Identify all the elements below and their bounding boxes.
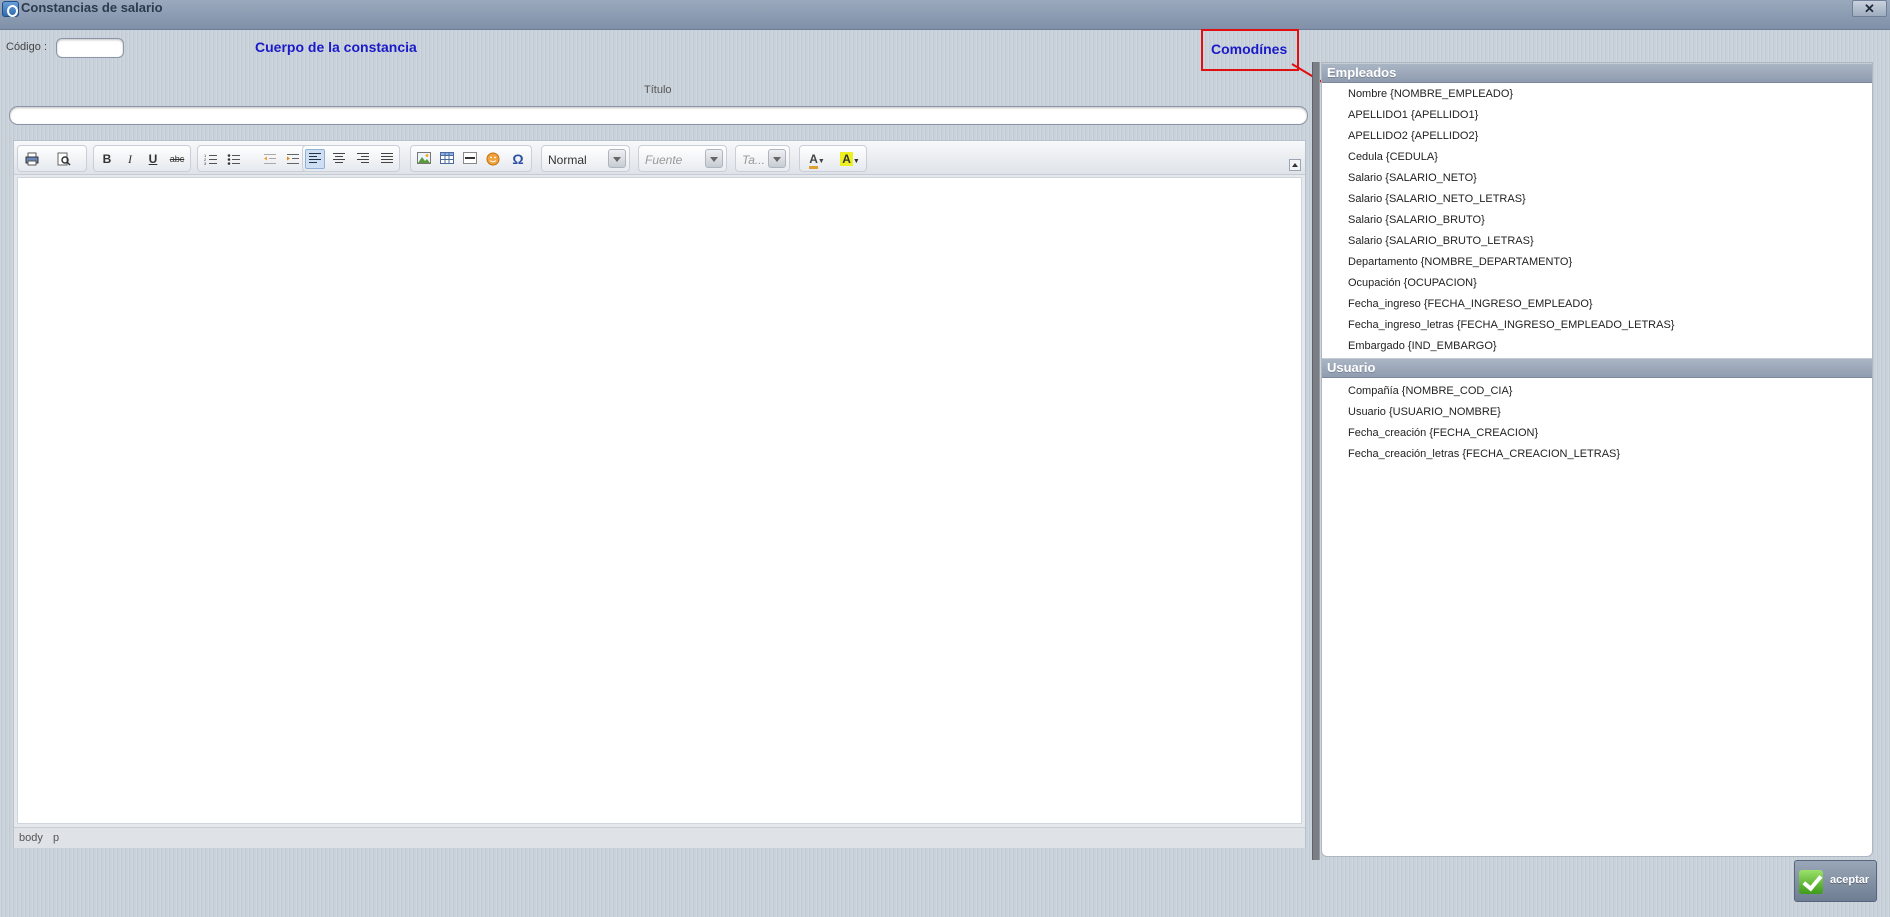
bullet-list-button[interactable] <box>224 149 244 169</box>
chevron-down-icon <box>705 149 723 168</box>
variable-item[interactable]: Fecha_ingreso {FECHA_INGRESO_EMPLEADO} <box>1322 294 1872 315</box>
text-color-button[interactable]: A▼ <box>803 149 831 169</box>
preview-icon <box>57 152 71 166</box>
variable-item[interactable]: Nombre {NOMBRE_EMPLEADO} <box>1322 84 1872 105</box>
toolbar-group-insert: Ω <box>410 145 532 172</box>
window-titlebar <box>0 0 1890 30</box>
variable-item[interactable]: Ocupación {OCUPACION} <box>1322 273 1872 294</box>
align-right-button[interactable] <box>353 149 373 169</box>
format-select-value: Normal <box>548 153 587 167</box>
preview-button[interactable] <box>54 149 74 169</box>
codigo-label: Código : <box>6 41 47 53</box>
editor-content-area[interactable] <box>17 177 1302 824</box>
format-select[interactable]: Normal <box>541 145 630 172</box>
empleados-variables-list: Nombre {NOMBRE_EMPLEADO} APELLIDO1 {APEL… <box>1322 84 1872 357</box>
aceptar-label: aceptar <box>1830 874 1870 886</box>
comodines-panel: Empleados Nombre {NOMBRE_EMPLEADO} APELL… <box>1321 62 1873 857</box>
variable-item[interactable]: Cedula {CEDULA} <box>1322 147 1872 168</box>
variable-item[interactable]: Salario {SALARIO_BRUTO} <box>1322 210 1872 231</box>
outdent-icon <box>264 154 276 164</box>
variable-item[interactable]: APELLIDO1 {APELLIDO1} <box>1322 105 1872 126</box>
toolbar-group-style: B I U abc <box>93 145 191 172</box>
cuerpo-constancia-label: Cuerpo de la constancia <box>255 39 417 55</box>
size-select-placeholder: Ta... <box>742 153 765 167</box>
outdent-button[interactable] <box>260 149 280 169</box>
variable-item[interactable]: Fecha_ingreso_letras {FECHA_INGRESO_EMPL… <box>1322 315 1872 336</box>
chevron-down-icon <box>608 149 626 168</box>
toolbar-group-document <box>17 145 87 172</box>
comodines-title: Comodínes <box>1211 41 1288 57</box>
usuario-variables-list: Compañía {NOMBRE_COD_CIA} Usuario {USUAR… <box>1322 381 1872 465</box>
smiley-icon <box>486 152 500 166</box>
insert-image-button[interactable] <box>414 149 434 169</box>
indent-icon <box>287 154 299 164</box>
toolbar-group-lists: 1 2 3 <box>197 145 309 172</box>
collapse-toolbar-button[interactable] <box>1289 159 1301 171</box>
element-path-bar: body p <box>14 827 1305 848</box>
panel-splitter[interactable] <box>1312 62 1320 860</box>
align-justify-icon <box>381 153 393 163</box>
section-header-usuario: Usuario <box>1322 358 1872 378</box>
strikethrough-button[interactable]: abc <box>166 149 188 169</box>
editor-toolbar: B I U abc 1 2 3 Ω Normal Fuente Ta... A▼… <box>14 141 1305 175</box>
font-select-placeholder: Fuente <box>645 153 683 167</box>
path-item-body[interactable]: body <box>19 832 43 844</box>
codigo-input[interactable] <box>56 38 124 58</box>
aceptar-button[interactable]: aceptar <box>1794 860 1877 902</box>
variable-item[interactable]: Fecha_creación_letras {FECHA_CREACION_LE… <box>1322 444 1872 465</box>
align-left-icon <box>309 153 321 163</box>
print-icon <box>25 152 39 166</box>
special-char-button[interactable]: Ω <box>508 149 528 169</box>
indent-button[interactable] <box>283 149 303 169</box>
font-select[interactable]: Fuente <box>638 145 727 172</box>
chevron-down-icon: ▼ <box>817 158 825 165</box>
titulo-input[interactable] <box>9 106 1308 125</box>
chevron-down-icon: ▼ <box>852 158 860 165</box>
underline-button[interactable]: U <box>143 149 163 169</box>
print-button[interactable] <box>22 149 42 169</box>
path-item-p[interactable]: p <box>53 832 59 844</box>
align-left-button[interactable] <box>305 149 325 169</box>
numbered-list-button[interactable]: 1 2 3 <box>201 149 221 169</box>
insert-smiley-button[interactable] <box>483 149 503 169</box>
variable-item[interactable]: Departamento {NOMBRE_DEPARTAMENTO} <box>1322 252 1872 273</box>
checkmark-icon <box>1799 870 1823 894</box>
toolbar-group-align <box>302 145 400 172</box>
toolbar-group-colors: A▼ A ▼ <box>799 145 867 172</box>
section-header-empleados: Empleados <box>1322 63 1872 83</box>
align-center-button[interactable] <box>329 149 349 169</box>
app-icon <box>2 1 19 17</box>
align-right-icon <box>357 153 369 163</box>
align-justify-button[interactable] <box>377 149 397 169</box>
variable-item[interactable]: Salario {SALARIO_BRUTO_LETRAS} <box>1322 231 1872 252</box>
variable-item[interactable]: Salario {SALARIO_NETO} <box>1322 168 1872 189</box>
variable-item[interactable]: Salario {SALARIO_NETO_LETRAS} <box>1322 189 1872 210</box>
bold-button[interactable]: B <box>97 149 117 169</box>
bg-color-icon: A <box>840 152 853 166</box>
svg-text:3: 3 <box>204 161 207 166</box>
align-center-icon <box>333 153 345 163</box>
window-title: Constancias de salario <box>21 0 163 15</box>
variable-item[interactable]: Usuario {USUARIO_NOMBRE} <box>1322 402 1872 423</box>
variable-item[interactable]: APELLIDO2 {APELLIDO2} <box>1322 126 1872 147</box>
chevron-down-icon <box>768 149 786 168</box>
table-icon <box>440 152 454 164</box>
size-select[interactable]: Ta... <box>735 145 790 172</box>
variable-item[interactable]: Embargado {IND_EMBARGO} <box>1322 336 1872 357</box>
rich-text-editor: B I U abc 1 2 3 Ω Normal Fuente Ta... A▼… <box>13 140 1306 848</box>
variable-item[interactable]: Compañía {NOMBRE_COD_CIA} <box>1322 381 1872 402</box>
variable-item[interactable]: Fecha_creación {FECHA_CREACION} <box>1322 423 1872 444</box>
italic-button[interactable]: I <box>120 149 140 169</box>
bullet-list-icon <box>227 154 240 165</box>
text-color-icon: A <box>809 152 818 169</box>
close-button[interactable]: ✕ <box>1852 0 1887 17</box>
titulo-label: Título <box>644 84 672 96</box>
horizontal-rule-icon <box>463 152 477 164</box>
insert-table-button[interactable] <box>437 149 457 169</box>
numbered-list-icon: 1 2 3 <box>204 153 217 166</box>
image-icon <box>417 152 431 164</box>
horizontal-rule-button[interactable] <box>460 149 480 169</box>
bg-color-button[interactable]: A ▼ <box>836 149 864 169</box>
